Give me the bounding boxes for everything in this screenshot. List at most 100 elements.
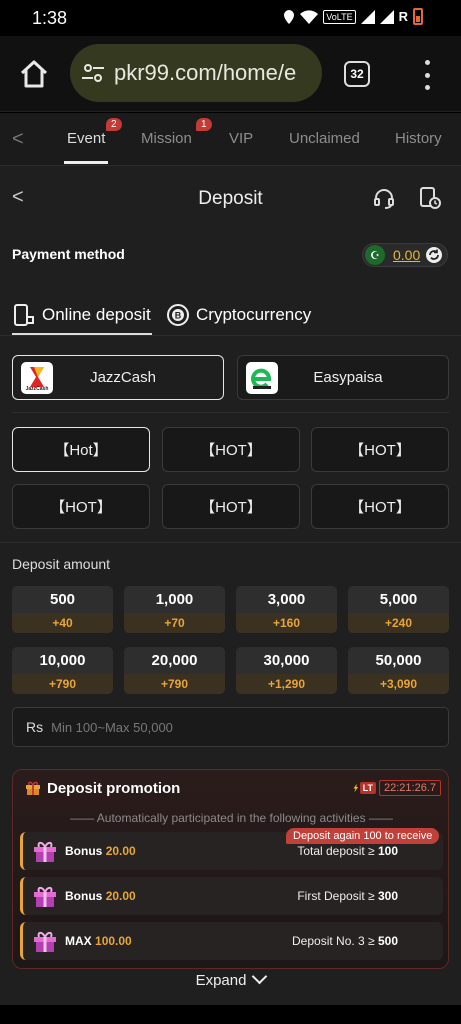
jazzcash-label: JazzCash [90,369,156,386]
phone-deposit-icon [14,304,34,326]
tab-cryptocurrency[interactable]: B Cryptocurrency [166,303,311,327]
history-record-icon[interactable] [418,186,442,210]
currency-label: Rs [26,719,44,735]
promotion-reward: MAX 100.00 [65,934,132,948]
amount-option-3000[interactable]: 3,000 +160 [236,586,337,633]
svg-text:B: B [175,311,182,321]
amount-value: 500 [49,591,76,608]
signal-icon-2 [379,9,394,24]
volte-badge: VoLTE [323,9,356,24]
balance-amount[interactable]: 0.00 [393,247,420,263]
expand-button[interactable]: Expand [0,968,461,989]
address-bar[interactable]: pkr99.com/home/e [70,44,322,102]
payment-method-label: Payment method [12,246,125,262]
easypaisa-logo-icon [246,361,278,394]
promotion-reward: Bonus 20.00 [65,844,136,858]
bottom-edge [0,1005,461,1024]
amount-option-50000[interactable]: 50,000 +3,090 [348,647,449,694]
lightning-icon [353,783,359,793]
amount-value: 30,000 [263,652,310,669]
promotion-condition: Total deposit ≥ 100 [297,844,398,858]
promotion-condition: First Deposit ≥ 300 [297,889,398,903]
url-text: pkr99.com/home/e [114,60,297,85]
carrier-label: R [398,9,408,24]
tab-mission[interactable]: Mission [141,130,192,147]
amount-bonus: +40 [12,613,113,633]
amount-option-500[interactable]: 500 +40 [12,586,113,633]
promotion-row[interactable]: MAX 100.00 Deposit No. 3 ≥ 500 [20,922,443,960]
divider [12,412,449,413]
promotion-row[interactable]: Bonus 20.00 First Deposit ≥ 300 [20,877,443,915]
status-time: 1:38 [32,8,68,28]
amount-option-1000[interactable]: 1,000 +70 [124,586,225,633]
site-settings-icon[interactable] [80,60,106,86]
home-icon[interactable] [18,58,50,90]
gift-icon [26,781,40,795]
balance-chip: ☪ 0.00 [362,243,448,267]
online-deposit-label: Online deposit [42,305,151,324]
amount-option-30000[interactable]: 30,000 +1,290 [236,647,337,694]
divider [0,335,461,336]
gift-box-icon [34,886,56,907]
gift-box-icon [34,931,56,952]
tab-switcher-button[interactable]: 32 [344,61,370,87]
browser-toolbar: pkr99.com/home/e 32 [0,36,461,112]
refresh-icon[interactable] [425,246,443,264]
svg-text:JazzCash: JazzCash [26,386,49,392]
deposit-panel: < Deposit Payment method ☪ 0.00 Online d… [0,165,461,1005]
promotion-condition: Deposit No. 3 ≥ 500 [292,934,398,948]
status-bar: 1:38 VoLTE R [0,0,461,36]
easypaisa-label: Easypaisa [313,369,383,386]
deposit-again-tip: Deposit again 100 to receive [286,828,440,844]
battery-icon [413,8,423,25]
promotion-title: Deposit promotion [47,780,181,797]
deposit-amount-label: Deposit amount [12,556,111,572]
promotion-subtitle: —— Automatically participated in the fol… [70,811,393,825]
channel-easypaisa[interactable]: Easypaisa [237,355,449,400]
channel-option-5[interactable]: 【HOT】 [162,484,300,529]
amount-value: 3,000 [267,591,306,608]
tab-event[interactable]: Event [67,130,105,147]
channel-option-6[interactable]: 【HOT】 [311,484,449,529]
limited-time-badge: LT 22:21:26.7 [353,779,441,797]
tab-history[interactable]: History [395,130,442,147]
pakistan-flag-icon: ☪ [365,245,385,265]
amount-bonus: +240 [348,613,449,633]
channel-option-1[interactable]: 【Hot】 [12,427,150,472]
channel-option-2[interactable]: 【HOT】 [162,427,300,472]
mission-badge: 1 [196,118,212,131]
amount-value: 50,000 [375,652,422,669]
amount-value: 1,000 [155,591,194,608]
browser-menu-icon[interactable] [420,60,434,90]
amount-bonus: +70 [124,613,225,633]
amount-bonus: +3,090 [348,674,449,694]
divider [0,542,461,543]
amount-value: 20,000 [151,652,198,669]
channel-jazzcash[interactable]: JazzCash JazzCash [12,355,224,400]
status-icons: VoLTE R [283,8,423,25]
amount-option-10000[interactable]: 10,000 +790 [12,647,113,694]
active-tab-indicator [64,161,108,164]
wifi-icon [300,9,319,24]
channel-option-4[interactable]: 【HOT】 [12,484,150,529]
countdown-timer: 22:21:26.7 [379,780,441,796]
nav-back-icon[interactable]: < [12,128,24,151]
amount-bonus: +1,290 [236,674,337,694]
cryptocurrency-label: Cryptocurrency [196,305,312,324]
tab-vip[interactable]: VIP [229,130,253,147]
tab-unclaimed[interactable]: Unclaimed [289,130,360,147]
amount-input[interactable] [51,719,412,735]
amount-input-field[interactable]: Rs [12,707,449,747]
promotion-reward: Bonus 20.00 [65,889,136,903]
expand-label: Expand [195,972,247,989]
location-icon [284,9,295,24]
deposit-promotion-card: Deposit promotion LT 22:21:26.7 —— Autom… [12,769,449,969]
gift-box-icon [34,841,56,862]
amount-option-20000[interactable]: 20,000 +790 [124,647,225,694]
headset-icon[interactable] [372,186,396,210]
chevron-down-icon [252,968,268,985]
amount-option-5000[interactable]: 5,000 +240 [348,586,449,633]
channel-option-3[interactable]: 【HOT】 [311,427,449,472]
tab-online-deposit[interactable]: Online deposit [12,303,151,327]
amount-value: 5,000 [379,591,418,608]
